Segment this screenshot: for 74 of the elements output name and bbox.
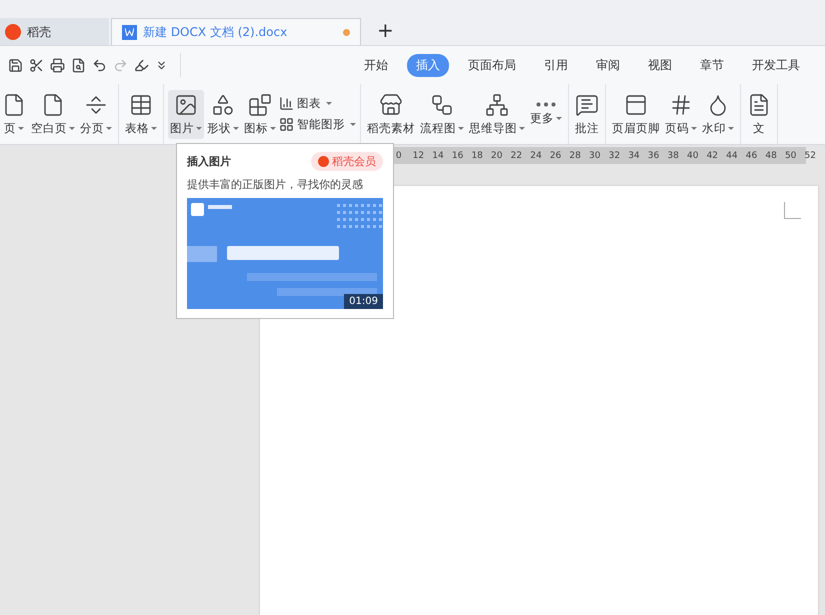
ribbon-tab[interactable]: 视图 [639,54,681,76]
highlighter-icon[interactable] [134,58,149,72]
tooltip-description: 提供丰富的正版图片，寻找你的灵感 [187,177,364,192]
ribbon-button[interactable]: 更多 [528,99,564,129]
ruler-number: 32 [608,150,622,160]
ribbon-tab[interactable]: 引用 [535,54,577,76]
ruler-number: 28 [568,150,582,160]
ruler-number: 14 [431,150,445,160]
ribbon-button[interactable]: 批注 [573,90,601,138]
ruler-number: 44 [725,150,739,160]
ribbon-button[interactable]: 图标 [242,90,278,138]
ribbon-tab[interactable]: 页面布局 [459,54,525,76]
ruler-number: 48 [764,150,778,160]
table-icon [129,92,153,116]
ruler-number: 12 [412,150,426,160]
ruler-number: 50 [784,150,798,160]
ribbon-button[interactable]: 流程图 [418,90,466,138]
ribbon-button[interactable]: 页码 [663,90,699,138]
margin-mark [784,202,801,219]
ribbon-button[interactable]: 思维导图 [467,90,527,138]
ribbon-button[interactable]: 表格 [123,90,159,138]
comment-icon [575,92,599,116]
ribbon-tab[interactable]: 开始 [355,54,397,76]
more-icon [536,102,556,107]
ruler-number: 40 [686,150,700,160]
chart-icon [279,96,294,111]
undo-icon[interactable] [92,58,107,72]
image-icon [174,92,198,116]
ribbon-button[interactable]: 页 [0,90,28,138]
ruler-number: 26 [548,150,562,160]
ribbon-button[interactable]: 空白页 [29,90,77,138]
ruler-number: 0 [394,150,403,160]
customize-icon[interactable] [155,58,168,72]
ribbon-button[interactable]: 水印 [700,90,736,138]
logo-icon [5,24,21,40]
ribbon-button[interactable]: 图片 [168,90,204,138]
ruler-number: 42 [706,150,720,160]
ruler-number: 46 [744,150,758,160]
ribbon-button[interactable]: 页眉页脚 [610,90,662,138]
save-icon[interactable] [8,58,23,72]
shapes-icon [211,92,235,116]
new-tab-button[interactable]: + [373,18,398,42]
ribbon-tab[interactable]: 开发工具 [743,54,809,76]
ribbon-button[interactable]: 智能图形 [279,117,356,132]
ribbon-tab[interactable]: 章节 [691,54,733,76]
ribbon-button[interactable]: 文 [745,90,773,138]
ribbon-button[interactable]: 图表 [279,96,356,111]
tooltip-title: 插入图片 [187,154,231,169]
ribbon-tab[interactable]: 审阅 [587,54,629,76]
document-tab[interactable]: 稻壳 [0,18,109,45]
ruler-number: 20 [490,150,504,160]
ribbon-button[interactable]: 分页 [78,90,114,138]
document-icon [122,24,137,40]
member-badge: 稻壳会员 [311,152,383,171]
header-icon [624,92,648,116]
logo-icon [318,156,329,167]
ruler-number: 30 [588,150,602,160]
ruler-number: 16 [450,150,464,160]
ruler-number: 52 [804,150,817,160]
ruler-number: 34 [627,150,641,160]
mind-map-icon [485,92,509,116]
ribbon-button[interactable]: 形状 [205,90,241,138]
ruler-number: 18 [470,150,484,160]
store-icon [379,92,403,116]
ribbon-button[interactable]: 稻壳素材 [365,90,417,138]
flowchart-icon [430,92,454,116]
ruler-number: 38 [666,150,680,160]
ruler-number: 24 [529,150,543,160]
print-icon[interactable] [50,58,65,72]
print-preview-icon[interactable] [71,58,86,72]
ruler-number: 22 [510,150,524,160]
video-duration: 01:09 [344,294,383,309]
document-tab[interactable]: 新建 DOCX 文档 (2).docx [111,18,361,45]
ruler-number: 36 [646,150,660,160]
